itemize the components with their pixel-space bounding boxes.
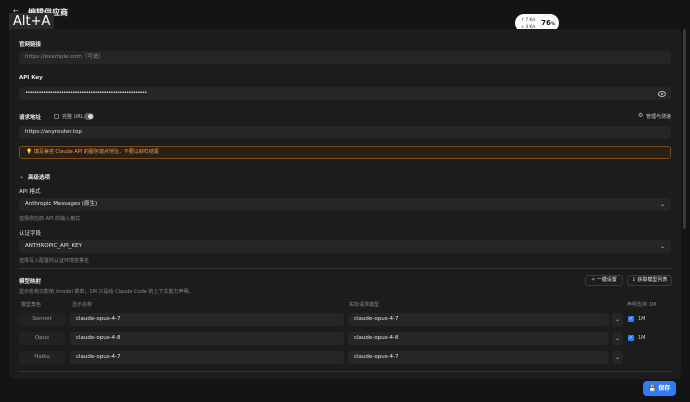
api-format-label: API 格式 bbox=[19, 189, 41, 195]
advanced-section-toggle[interactable]: 高级选项 bbox=[28, 173, 50, 181]
auth-field-label: 认证字段 bbox=[19, 231, 42, 237]
cpu-unit: % bbox=[550, 21, 555, 26]
actual-model-input[interactable]: claude-opus-4-7 bbox=[348, 313, 609, 326]
row-role-opus: Opus bbox=[19, 332, 65, 345]
checkbox-1m-sonnet[interactable]: ✓ bbox=[628, 316, 634, 322]
api-format-hint: 选择供应商 API 的输入格式 bbox=[19, 216, 81, 222]
model-map-title: 模型映射 bbox=[19, 279, 42, 285]
checkbox-icon[interactable] bbox=[54, 114, 59, 119]
lightbulb-icon: 💡 bbox=[26, 149, 33, 155]
apikey-input[interactable]: ••••••••••••••••••••••••••••••••••••••••… bbox=[19, 87, 671, 100]
endpoint-input[interactable]: https://anyrouter.top bbox=[19, 126, 671, 139]
col-actual-header: 实际请求模型 bbox=[349, 302, 380, 308]
endpoint-label: 请求地址 bbox=[19, 115, 42, 121]
warning-text: 填写兼容 Claude API 的服务端点地址，不要以斜杠结尾 bbox=[33, 149, 159, 155]
wand-icon: ✧ bbox=[591, 277, 596, 283]
save-icon: 💾 bbox=[648, 385, 657, 392]
actual-model-input[interactable]: claude-opus-4-8 bbox=[348, 332, 609, 345]
website-input[interactable]: https://example.com（可选） bbox=[19, 51, 671, 64]
fetch-label: 获取模型列表 bbox=[637, 277, 668, 283]
auth-field-value: ANTHROPIC_API_KEY bbox=[25, 243, 82, 249]
chevron-down-icon: ⌄ bbox=[659, 243, 665, 250]
warning-banner: 💡 填写兼容 Claude API 的服务端点地址，不要以斜杠结尾 bbox=[19, 146, 671, 159]
full-url-toggle[interactable] bbox=[84, 113, 94, 120]
one-m-label: 1M bbox=[638, 335, 646, 341]
fetch-models-button[interactable]: ⇩ 获取模型列表 bbox=[627, 275, 672, 286]
save-label: 保存 bbox=[658, 385, 671, 392]
cpu-percent: 76 bbox=[541, 19, 551, 27]
chevron-down-icon[interactable]: ⌄ bbox=[19, 173, 24, 180]
apikey-label: API Key bbox=[19, 75, 43, 81]
download-icon: ⇩ bbox=[631, 277, 636, 283]
col-display-header: 显示名称 bbox=[72, 302, 93, 308]
top-bar: ← 编辑供应商 Alt+A ↑ 7 K/s ↓ 4 K/s 76% bbox=[0, 0, 690, 32]
chevron-down-icon[interactable]: ⌄ bbox=[612, 351, 623, 364]
chevron-down-icon[interactable]: ⌄ bbox=[612, 313, 623, 326]
display-name-input[interactable]: claude-opus-4-7 bbox=[70, 313, 344, 326]
net-up-speed: ↑ 7 K/s bbox=[521, 17, 536, 22]
col-role-header: 模型角色 bbox=[21, 302, 42, 308]
actual-model-input[interactable]: claude-opus-4-7 bbox=[348, 351, 609, 364]
scrollbar-thumb[interactable] bbox=[683, 29, 686, 229]
divider bbox=[19, 268, 671, 269]
save-button[interactable]: 💾 保存 bbox=[643, 381, 676, 396]
col-1m-header: 声明支持 1M bbox=[627, 302, 657, 308]
settings-icon[interactable]: ⚙ bbox=[638, 112, 643, 119]
scrollbar[interactable] bbox=[683, 29, 686, 379]
row-role-sonnet: Sonnet bbox=[19, 313, 65, 326]
checkbox-1m-opus[interactable]: ✓ bbox=[628, 335, 634, 341]
full-url-label: 完整 URL bbox=[62, 114, 84, 120]
api-format-select[interactable]: Anthropic Messages (原生) ⌄ bbox=[19, 198, 671, 211]
api-format-value: Anthropic Messages (原生) bbox=[25, 201, 98, 207]
display-name-input[interactable]: claude-opus-4-8 bbox=[70, 332, 344, 345]
eye-icon[interactable] bbox=[658, 91, 666, 97]
model-map-hint: 显示名称只影响 /model 菜单；1M 只是给 Claude Code 的上下… bbox=[19, 289, 194, 295]
display-name-input[interactable]: claude-opus-4-7 bbox=[70, 351, 344, 364]
chevron-down-icon[interactable]: ⌄ bbox=[612, 332, 623, 345]
oneclick-label: 一键设置 bbox=[596, 277, 617, 283]
auth-field-hint: 选择写入配置的认证环境变量名 bbox=[19, 258, 90, 264]
website-label: 官网链接 bbox=[19, 42, 42, 48]
manage-test-link[interactable]: 管理与测速 bbox=[646, 113, 671, 120]
divider bbox=[19, 371, 671, 372]
chevron-down-icon: ⌄ bbox=[659, 201, 665, 208]
auth-field-select[interactable]: ANTHROPIC_API_KEY ⌄ bbox=[19, 240, 671, 253]
one-m-label: 1M bbox=[638, 316, 646, 322]
row-role-haiku: Haiku bbox=[19, 351, 65, 364]
oneclick-setup-button[interactable]: ✧ 一键设置 bbox=[585, 275, 623, 286]
